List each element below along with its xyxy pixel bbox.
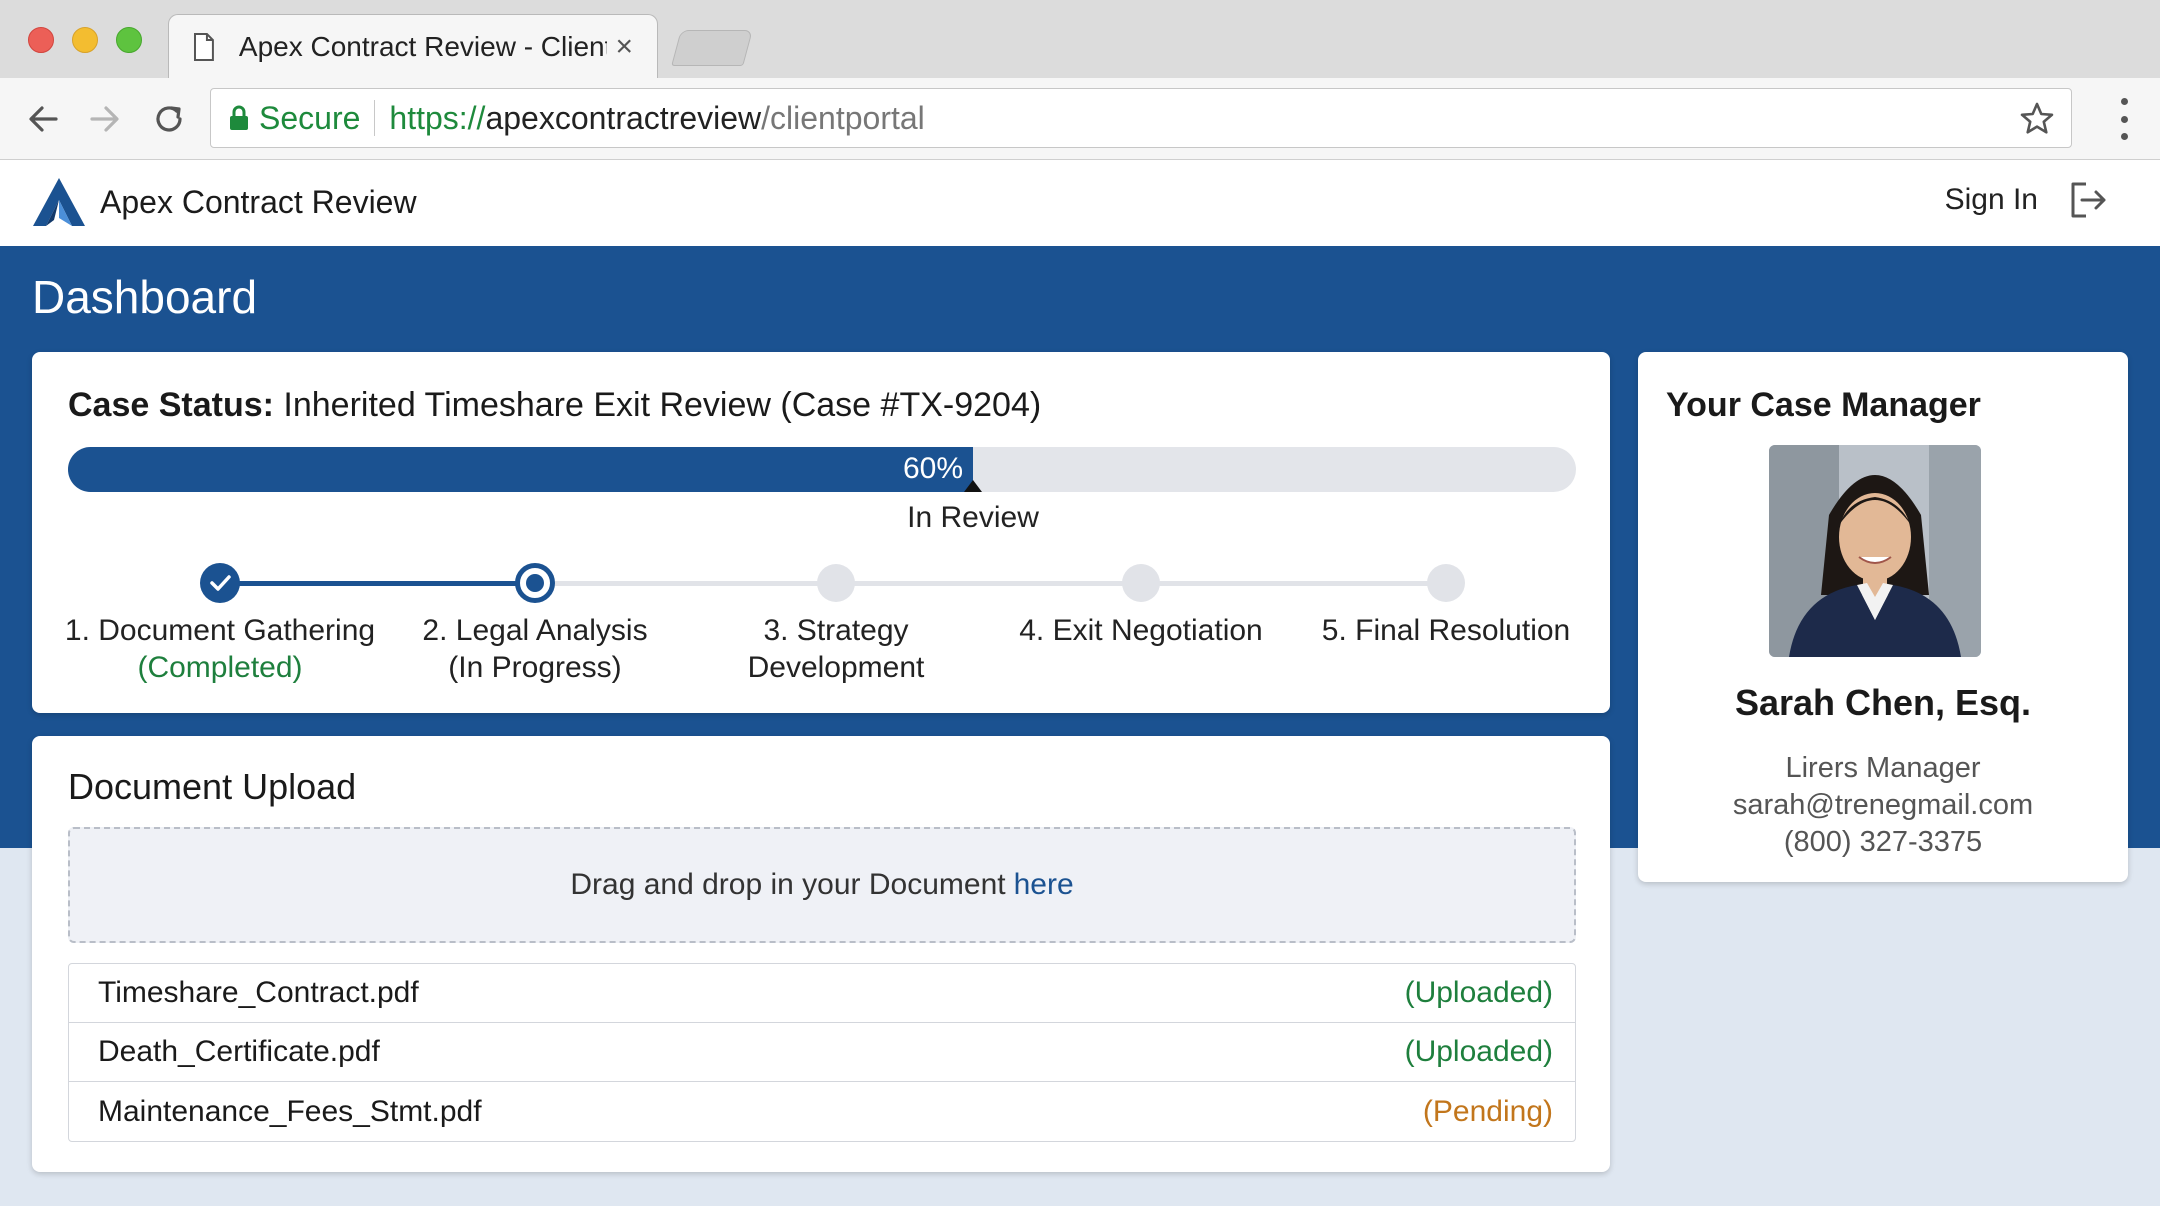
step-title: 4. Exit Negotiation <box>1019 614 1263 647</box>
step-2-label: 2. Legal Analysis (In Progress) <box>365 612 705 686</box>
step-4-label: 4. Exit Negotiation <box>971 612 1311 649</box>
manager-role: Lirers Manager <box>1785 752 1981 784</box>
lock-icon <box>230 105 248 130</box>
bookmark-star-icon[interactable] <box>2019 101 2055 137</box>
reload-button[interactable] <box>148 98 190 140</box>
step-2-indicator <box>515 563 555 603</box>
step-title: 3. Strategy <box>763 614 909 647</box>
step-1-label: 1. Document Gathering (Completed) <box>50 612 390 686</box>
dropzone-browse-link[interactable]: here <box>1014 868 1074 902</box>
step-subtitle: Development <box>747 651 925 684</box>
step-3-indicator <box>817 564 855 602</box>
step-3-label: 3. Strategy Development <box>666 612 1006 686</box>
step-subtitle: (In Progress) <box>448 651 622 684</box>
url-path: /clientportal <box>761 99 925 136</box>
arrow-right-icon <box>90 106 119 132</box>
step-1-indicator <box>200 563 240 603</box>
document-upload-card: Document Upload Drag and drop in your Do… <box>32 736 1610 1172</box>
browser-tab-active[interactable]: Apex Contract Review - Client × <box>168 14 658 78</box>
reload-icon <box>156 106 182 132</box>
case-status-card: Case Status: Inherited Timeshare Exit Re… <box>32 352 1610 713</box>
back-button[interactable] <box>22 98 64 140</box>
case-title: Inherited Timeshare Exit Review (Case #T… <box>273 386 1042 424</box>
step-connector <box>535 581 836 586</box>
manager-photo <box>1769 445 1981 657</box>
browser-tab-bar: Apex Contract Review - Client × <box>0 0 2160 78</box>
file-status-badge: (Uploaded) <box>1404 976 1553 1009</box>
maximize-window-button[interactable] <box>116 27 142 53</box>
minimize-window-button[interactable] <box>72 27 98 53</box>
manager-portrait-icon <box>1769 445 1981 657</box>
case-progress-bar: 60% <box>68 447 1576 492</box>
sign-in-icon <box>2071 182 2106 218</box>
file-status-badge: (Pending) <box>1422 1094 1553 1128</box>
url-host: apexcontractreview <box>485 99 762 136</box>
tab-close-button[interactable]: × <box>615 30 633 64</box>
document-icon <box>193 32 214 61</box>
step-5-label: 5. Final Resolution <box>1276 612 1616 649</box>
app-header: Apex Contract Review Sign In <box>0 160 2160 246</box>
file-row[interactable]: Timeshare_Contract.pdf (Uploaded) <box>69 964 1575 1023</box>
new-tab-button[interactable] <box>671 30 753 66</box>
step-connector <box>1141 581 1446 586</box>
uploaded-file-list: Timeshare_Contract.pdf (Uploaded) Death_Ce… <box>68 963 1576 1142</box>
manager-card-title: Your Case Manager <box>1666 386 1981 424</box>
step-title: 2. Legal Analysis <box>422 614 648 647</box>
step-connector <box>836 581 1141 586</box>
progress-percent: 60% <box>902 452 963 485</box>
secure-label: Secure <box>259 99 361 136</box>
file-name: Timeshare_Contract.pdf <box>98 976 419 1009</box>
case-status-label: Case Status: <box>68 386 274 424</box>
browser-menu-icon[interactable] <box>2118 98 2130 140</box>
upload-dropzone[interactable]: Drag and drop in your Document here <box>68 827 1576 943</box>
address-bar[interactable]: Secure https:// apexcontractreview /clie… <box>210 88 2072 148</box>
step-title: 5. Final Resolution <box>1321 614 1571 647</box>
progress-state-label: In Review <box>907 501 1039 534</box>
progress-fill <box>68 447 973 492</box>
step-title: 1. Document Gathering <box>64 614 376 647</box>
manager-phone[interactable]: (800) 327-3375 <box>1638 826 2128 859</box>
close-window-button[interactable] <box>28 27 54 53</box>
dropzone-text: Drag and drop in your Document <box>570 868 1006 901</box>
upload-title: Document Upload <box>68 766 357 807</box>
forward-button[interactable] <box>84 98 126 140</box>
sign-in-label: Sign In <box>1944 183 2038 216</box>
browser-toolbar: Secure https:// apexcontractreview /clie… <box>0 78 2160 160</box>
arrow-left-icon <box>29 106 58 132</box>
file-row[interactable]: Maintenance_Fees_Stmt.pdf (Pending) <box>69 1082 1575 1141</box>
manager-name: Sarah Chen, Esq. <box>1734 682 2032 723</box>
case-manager-card: Your Case Manager Sarah Chen, Esq. Lirer… <box>1638 352 2128 882</box>
step-connector <box>220 581 535 586</box>
progress-marker <box>964 480 982 492</box>
tab-title: Apex Contract Review - Client <box>238 30 608 62</box>
file-name: Maintenance_Fees_Stmt.pdf <box>98 1094 482 1128</box>
url-scheme: https:// <box>389 99 486 136</box>
step-subtitle: (Completed) <box>137 651 303 684</box>
brand[interactable]: Apex Contract Review <box>32 176 417 228</box>
sign-in-button[interactable]: Sign In <box>1945 180 2108 220</box>
step-5-indicator <box>1427 564 1465 602</box>
check-icon <box>210 575 231 591</box>
file-row[interactable]: Death_Certificate.pdf (Uploaded) <box>69 1023 1575 1082</box>
file-status-badge: (Uploaded) <box>1404 1035 1553 1068</box>
page-title: Dashboard <box>32 271 258 323</box>
address-divider <box>374 100 376 136</box>
apex-logo-icon <box>33 178 85 226</box>
brand-name: Apex Contract Review <box>100 183 417 220</box>
case-status-heading: Case Status: Inherited Timeshare Exit Re… <box>68 386 1041 425</box>
step-4-indicator <box>1122 564 1160 602</box>
manager-email[interactable]: sarah@trenegmail.com <box>1638 789 2128 822</box>
file-name: Death_Certificate.pdf <box>98 1035 380 1068</box>
